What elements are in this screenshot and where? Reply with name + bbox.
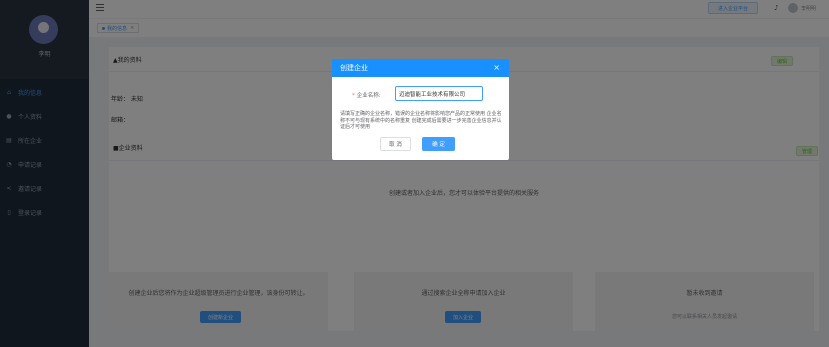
dialog-title: 创建企业 — [340, 64, 368, 72]
company-name-input[interactable] — [395, 86, 483, 101]
confirm-button[interactable]: 确 定 — [422, 137, 455, 151]
dialog-notice: 请填写正确的企业名称，错误的企业名称将影响您产品的正常使用 企业名称不可与现有系… — [340, 111, 502, 130]
required-mark: * — [352, 93, 355, 99]
company-name-label-text: 企业名称: — [356, 93, 381, 99]
cancel-button[interactable]: 取 消 — [380, 137, 411, 151]
company-name-label: * 企业名称: — [352, 91, 381, 99]
create-company-dialog: 创建企业 × *企业名称: 请填写正确的企业名称，错误的企业名称将影响您产品的正… — [332, 59, 509, 160]
close-icon[interactable]: × — [493, 63, 500, 72]
modal-overlay[interactable] — [0, 0, 829, 347]
dialog-header: 创建企业 × — [332, 59, 509, 77]
